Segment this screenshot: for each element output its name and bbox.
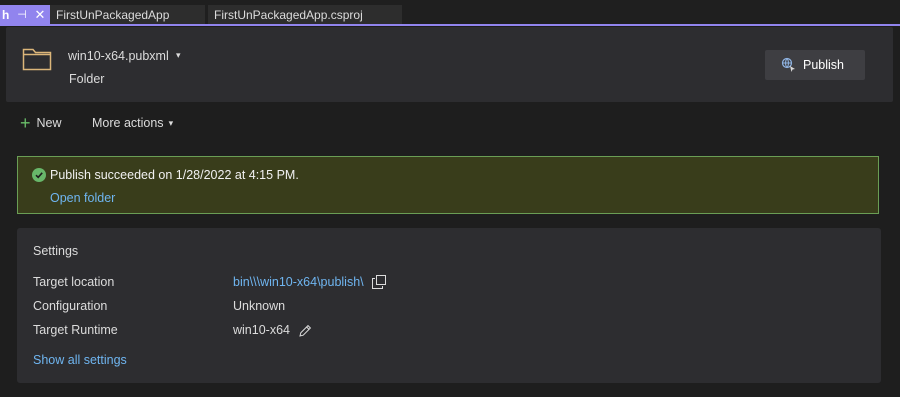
publish-button-label: Publish bbox=[803, 58, 844, 72]
tab-label: FirstUnPackagedApp.csproj bbox=[214, 7, 363, 22]
publish-globe-icon bbox=[781, 57, 795, 72]
publish-success-banner: Publish succeeded on 1/28/2022 at 4:15 P… bbox=[17, 156, 879, 214]
new-profile-button[interactable]: + New bbox=[20, 113, 62, 133]
more-actions-label: More actions bbox=[92, 116, 164, 130]
tab-active-label: h bbox=[2, 7, 10, 22]
target-location-link[interactable]: bin\\\win10-x64\publish\ bbox=[233, 275, 364, 289]
configuration-value: Unknown bbox=[233, 299, 286, 313]
configuration-label: Configuration bbox=[33, 299, 108, 313]
settings-panel: Settings Target location bin\\\win10-x64… bbox=[17, 228, 881, 383]
target-runtime-label: Target Runtime bbox=[33, 323, 118, 337]
more-actions-button[interactable]: More actions ▾ bbox=[92, 116, 173, 130]
success-check-icon bbox=[32, 168, 46, 182]
tab-active[interactable]: h ⊣ ✕ bbox=[0, 5, 50, 24]
folder-icon bbox=[22, 48, 52, 71]
success-message: Publish succeeded on 1/28/2022 at 4:15 P… bbox=[50, 168, 299, 182]
tab-firstunpackagedapp[interactable]: FirstUnPackagedApp bbox=[50, 5, 205, 24]
target-runtime-value: win10-x64 bbox=[233, 323, 312, 337]
chevron-down-icon: ▾ bbox=[168, 117, 174, 128]
tab-accent-line bbox=[0, 24, 900, 26]
tab-label: FirstUnPackagedApp bbox=[56, 7, 170, 22]
plus-icon: + bbox=[20, 113, 31, 133]
pin-icon[interactable]: ⊣ bbox=[16, 8, 28, 21]
open-folder-link[interactable]: Open folder bbox=[50, 191, 115, 205]
show-all-settings-link[interactable]: Show all settings bbox=[33, 353, 127, 367]
publish-profile-header: win10-x64.pubxml ▾ Folder Publish bbox=[6, 27, 893, 102]
document-tab-strip: h ⊣ ✕ FirstUnPackagedApp FirstUnPackaged… bbox=[0, 0, 900, 26]
new-label: New bbox=[36, 116, 62, 130]
tab-csproj[interactable]: FirstUnPackagedApp.csproj bbox=[208, 5, 402, 24]
target-runtime-text: win10-x64 bbox=[233, 323, 290, 337]
publish-button[interactable]: Publish bbox=[765, 50, 865, 80]
chevron-down-icon[interactable]: ▾ bbox=[176, 50, 181, 61]
settings-title: Settings bbox=[33, 244, 79, 258]
pencil-icon[interactable] bbox=[299, 324, 312, 337]
profile-selector[interactable]: win10-x64.pubxml bbox=[68, 49, 169, 63]
profile-type: Folder bbox=[69, 72, 105, 86]
copy-icon[interactable] bbox=[371, 275, 386, 289]
close-icon[interactable]: ✕ bbox=[34, 7, 46, 23]
target-location-label: Target location bbox=[33, 275, 115, 289]
target-location-value: bin\\\win10-x64\publish\ bbox=[233, 275, 386, 289]
